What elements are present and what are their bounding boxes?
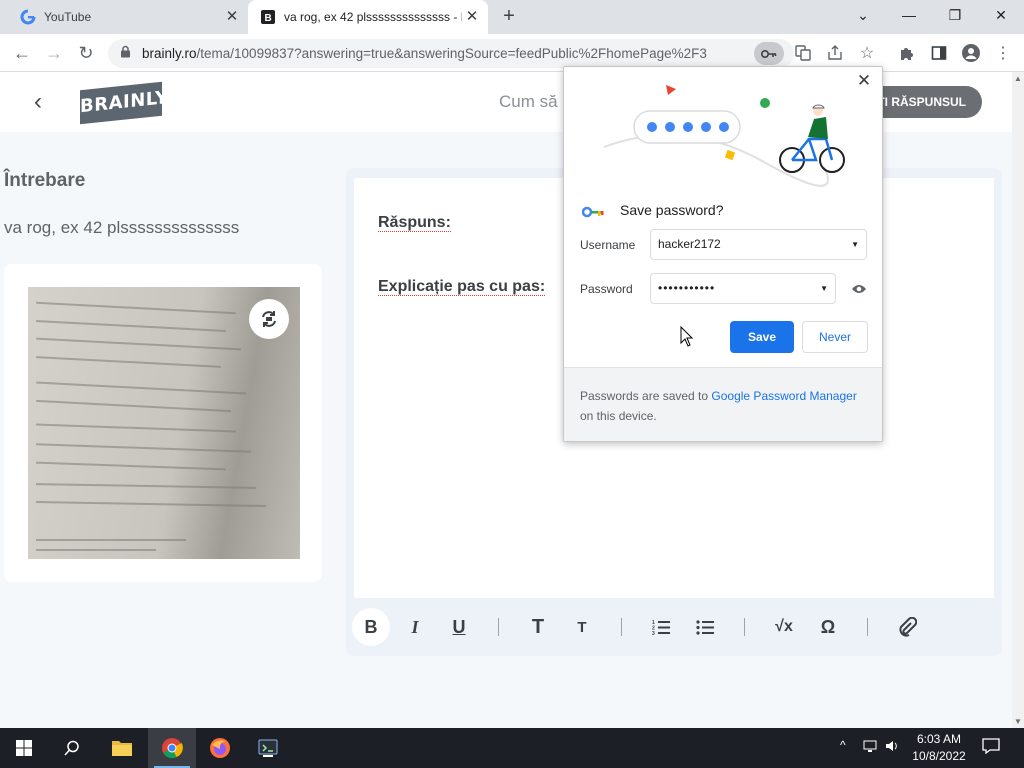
bold-icon[interactable]: B — [352, 608, 390, 646]
tab-title: va rog, ex 42 plssssssssssssss - Br — [284, 10, 462, 24]
address-bar[interactable]: brainly.ro/tema/10099837?answering=true&… — [108, 39, 794, 68]
rotate-icon — [262, 311, 276, 327]
password-dropdown-icon[interactable]: ▼ — [820, 274, 828, 303]
vertical-scrollbar[interactable]: ▲ ▼ — [1012, 72, 1024, 728]
tab-title: YouTube — [44, 10, 92, 24]
rotate-image-button[interactable] — [249, 299, 289, 339]
heading-small-icon[interactable]: T — [563, 608, 601, 646]
username-field[interactable]: hacker2172 ▼ — [650, 229, 867, 260]
show-password-eye-icon[interactable] — [851, 282, 867, 300]
never-button[interactable]: Never — [802, 321, 868, 353]
math-formula-icon[interactable]: √x — [765, 608, 803, 646]
explanation-label: Explicație pas cu pas: — [378, 278, 546, 296]
tab-strip: YouTube ✕ B va rog, ex 42 plssssssssssss… — [0, 0, 1024, 34]
system-clock[interactable]: 6:03 AM 10/8/2022 — [904, 731, 974, 765]
textbook-photo[interactable] — [28, 287, 300, 559]
url-text: brainly.ro/tema/10099837?answering=true&… — [142, 46, 707, 61]
tab-search-icon[interactable]: ⌄ — [840, 0, 886, 30]
svg-text:B: B — [265, 13, 272, 24]
side-panel-icon[interactable] — [928, 42, 950, 64]
formatting-toolbar: B I U T T 123 √x Ω — [346, 600, 1002, 656]
reload-icon[interactable]: ↻ — [72, 39, 100, 67]
back-icon[interactable]: ← — [8, 39, 36, 67]
close-dialog-icon[interactable]: ✕ — [854, 71, 874, 91]
question-heading: Întrebare — [4, 170, 86, 191]
close-tab-icon[interactable]: ✕ — [462, 7, 482, 27]
new-tab-button[interactable]: + — [498, 5, 520, 27]
dialog-title: Save password? — [620, 202, 724, 218]
search-icon[interactable] — [48, 728, 96, 768]
brainly-b-icon: B — [260, 9, 276, 25]
username-dropdown-icon[interactable]: ▼ — [851, 230, 859, 259]
firefox-icon[interactable] — [196, 728, 244, 768]
bookmark-star-icon[interactable]: ☆ — [856, 42, 878, 64]
forward-icon[interactable]: → — [40, 39, 68, 67]
google-g-icon — [20, 9, 36, 25]
back-arrow-icon[interactable]: ‹ — [34, 88, 42, 116]
scroll-down-icon[interactable]: ▼ — [1014, 717, 1022, 726]
question-attachment-card — [4, 264, 322, 582]
network-icon[interactable] — [862, 738, 878, 757]
windows-start-icon[interactable] — [0, 728, 48, 768]
username-label: Username — [580, 238, 636, 252]
google-key-icon — [581, 205, 604, 223]
password-illustration — [603, 85, 845, 187]
show-hidden-icons[interactable]: ^ — [840, 738, 846, 752]
tab-brainly[interactable]: B va rog, ex 42 plssssssssssssss - Br ✕ — [248, 0, 488, 34]
share-icon[interactable] — [824, 42, 846, 64]
bullet-list-icon[interactable] — [686, 608, 724, 646]
volume-icon[interactable] — [884, 738, 900, 757]
save-button[interactable]: Save — [730, 321, 794, 353]
close-window-button[interactable]: ✕ — [978, 0, 1024, 30]
close-tab-icon[interactable]: ✕ — [222, 7, 242, 27]
scroll-up-icon[interactable]: ▲ — [1014, 74, 1022, 83]
file-explorer-icon[interactable] — [98, 728, 146, 768]
tab-youtube[interactable]: YouTube ✕ — [8, 0, 248, 34]
underline-icon[interactable]: U — [440, 608, 478, 646]
extensions-icon[interactable] — [896, 42, 918, 64]
key-icon[interactable] — [754, 42, 784, 65]
chrome-icon[interactable] — [148, 728, 196, 768]
question-text: va rog, ex 42 plssssssssssssss — [4, 218, 240, 237]
profile-icon[interactable] — [960, 42, 982, 64]
password-manager-link[interactable]: Google Password Manager — [711, 389, 856, 403]
attachment-icon[interactable] — [888, 608, 926, 646]
notifications-icon[interactable] — [982, 738, 1000, 757]
numbered-list-icon[interactable]: 123 — [642, 608, 680, 646]
lock-icon[interactable] — [120, 45, 134, 63]
minimize-button[interactable]: — — [886, 0, 932, 30]
mouse-cursor — [680, 326, 694, 347]
app-icon[interactable] — [244, 728, 292, 768]
password-field[interactable]: ••••••••••• ▼ — [650, 273, 836, 304]
windows-taskbar: ^ 6:03 AM 10/8/2022 — [0, 728, 1024, 768]
search-prompt[interactable]: Cum să — [499, 92, 558, 112]
dialog-footer: Passwords are saved to Google Password M… — [564, 367, 882, 441]
password-label: Password — [580, 282, 633, 296]
translate-icon[interactable] — [792, 42, 814, 64]
italic-icon[interactable]: I — [396, 608, 434, 646]
brainly-logo[interactable]: BRAINLY — [80, 81, 168, 125]
answer-label: Răspuns: — [378, 214, 451, 232]
heading-large-icon[interactable]: T — [519, 608, 557, 646]
save-password-dialog: ✕ Save password? Username hacker2172 ▼ P… — [563, 66, 883, 442]
menu-icon[interactable]: ⋮ — [992, 42, 1014, 64]
special-characters-icon[interactable]: Ω — [809, 608, 847, 646]
restore-button[interactable]: ❐ — [932, 0, 978, 30]
svg-text:3: 3 — [652, 631, 655, 635]
